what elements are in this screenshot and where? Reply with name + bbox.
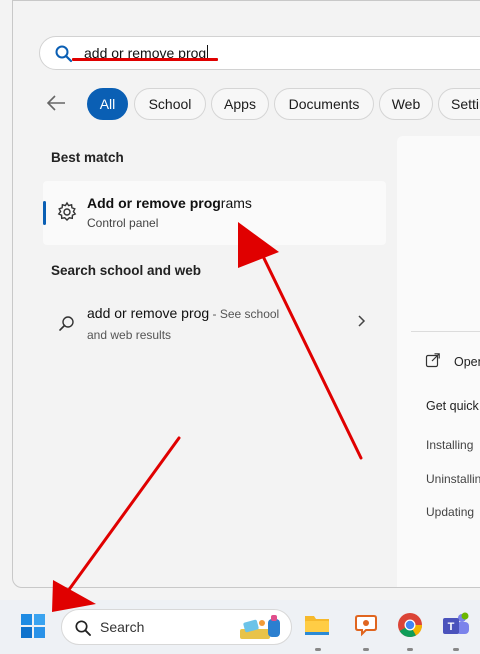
- search-icon: [58, 315, 76, 338]
- filter-apps[interactable]: Apps: [211, 88, 269, 120]
- running-indicator: [407, 648, 413, 651]
- taskbar: Search T: [0, 600, 480, 654]
- open-action[interactable]: Open: [454, 355, 480, 369]
- quick-link-updating[interactable]: Updating: [426, 505, 474, 519]
- filter-tabs: All School Apps Documents Web Settings: [45, 87, 480, 121]
- web-search-result[interactable]: add or remove prog - See school and web …: [43, 299, 386, 351]
- search-icon: [54, 44, 74, 69]
- svg-text:T: T: [448, 621, 455, 633]
- running-indicator: [363, 648, 369, 651]
- chevron-right-icon[interactable]: [356, 314, 366, 332]
- open-external-icon[interactable]: [425, 352, 441, 373]
- search-highlight-icon: [238, 613, 288, 648]
- running-indicator: [453, 648, 459, 651]
- start-search-panel: add or remove prog All School Apps Docum…: [12, 0, 480, 588]
- taskbar-search[interactable]: Search: [61, 609, 292, 645]
- chat-icon[interactable]: [354, 612, 378, 643]
- quick-link-installing[interactable]: Installing: [426, 438, 473, 452]
- back-arrow-icon[interactable]: [45, 93, 67, 118]
- result-subtitle: Control panel: [87, 216, 159, 230]
- filter-settings[interactable]: Settings: [438, 88, 480, 120]
- teams-icon[interactable]: T: [441, 612, 471, 643]
- result-title: Add or remove programs: [87, 195, 252, 211]
- filter-documents[interactable]: Documents: [274, 88, 374, 120]
- selection-indicator: [43, 201, 46, 225]
- web-section-heading: Search school and web: [51, 263, 202, 278]
- taskbar-search-label: Search: [100, 619, 145, 635]
- best-match-heading: Best match: [51, 150, 124, 165]
- filter-school[interactable]: School: [134, 88, 206, 120]
- search-input[interactable]: add or remove prog: [39, 36, 480, 70]
- web-result-query: add or remove prog - See school: [87, 305, 280, 321]
- annotation-underline: [72, 58, 218, 61]
- filter-web[interactable]: Web: [379, 88, 433, 120]
- preview-pane: Open Get quick help from web Installing …: [397, 136, 480, 587]
- quick-help-heading: Get quick help from web: [426, 399, 480, 413]
- chrome-icon[interactable]: [397, 612, 423, 643]
- best-match-result[interactable]: Add or remove programs Control panel: [43, 181, 386, 245]
- filter-all[interactable]: All: [87, 88, 128, 120]
- preview-divider: [411, 331, 480, 332]
- web-result-subtext: and web results: [87, 328, 172, 342]
- search-icon: [74, 619, 92, 642]
- quick-link-uninstalling[interactable]: Uninstalling: [426, 472, 480, 486]
- file-explorer-icon[interactable]: [303, 612, 331, 643]
- windows-start-icon[interactable]: [20, 613, 46, 644]
- running-indicator: [315, 648, 321, 651]
- gear-icon: [56, 201, 78, 228]
